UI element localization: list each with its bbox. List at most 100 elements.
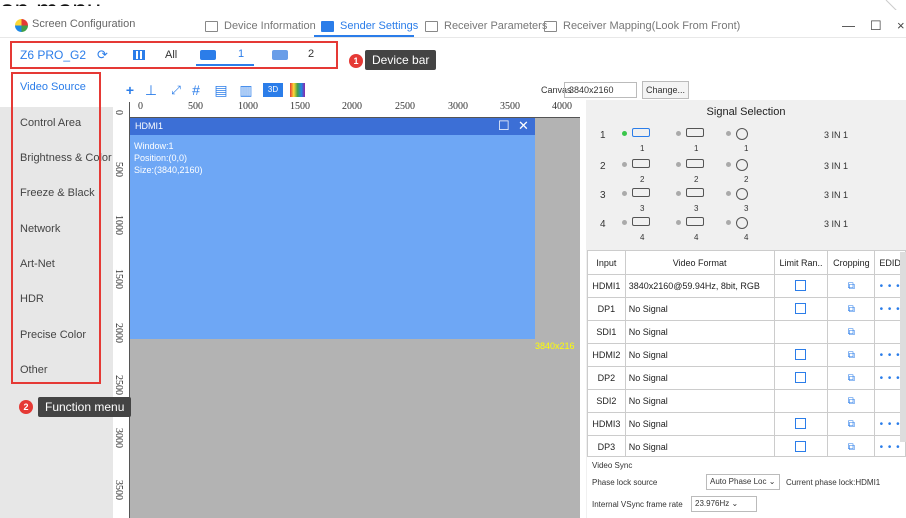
table-row[interactable]: SDI1 No Signal ⧉: [587, 320, 906, 344]
annotation-badge-1: 1: [349, 54, 363, 68]
function-menu-callout: Function menu: [38, 397, 132, 417]
crop-icon[interactable]: ⧉: [848, 442, 855, 453]
function-menu-highlight: [11, 72, 101, 384]
crop-icon[interactable]: ⧉: [848, 419, 855, 430]
signal-row[interactable]: 2 2 2 2 3 IN 1: [586, 155, 906, 184]
table-row[interactable]: HDMI2 No Signal ⧉ • • •: [587, 343, 906, 367]
video-format: 3840x2160@59.94Hz, 8bit, RGB: [624, 274, 775, 298]
insert-icon[interactable]: ⊥: [144, 83, 158, 97]
minimize-icon[interactable]: —: [842, 18, 855, 33]
input-name: HDMI1: [587, 274, 626, 298]
ruler-tick: 2000: [113, 323, 124, 343]
close-icon[interactable]: ×: [897, 18, 905, 33]
sdi-port-icon[interactable]: 3: [726, 188, 774, 213]
hdmi-port-icon[interactable]: 4: [622, 217, 670, 242]
color-bars-icon[interactable]: [290, 83, 305, 97]
tab-receiver-mapping[interactable]: Receiver Mapping(Look From Front): [544, 16, 740, 36]
canvas-size-field[interactable]: 3840x2160: [564, 82, 637, 98]
maximize-icon[interactable]: ☐: [870, 18, 882, 34]
window-close-icon[interactable]: ✕: [518, 118, 529, 134]
table-scrollbar[interactable]: [900, 252, 906, 442]
hdmi-port-icon[interactable]: 1: [622, 128, 670, 153]
grid-icon[interactable]: #: [189, 83, 203, 97]
video-format: No Signal: [624, 366, 775, 390]
tab-receiver-parameters[interactable]: Receiver Parameters: [425, 16, 547, 36]
input-name: DP1: [587, 297, 626, 321]
phase-lock-label: Phase lock source: [592, 478, 658, 487]
fullscreen-icon[interactable]: ⤢: [169, 83, 183, 97]
video-format: No Signal: [624, 389, 775, 413]
phase-lock-select[interactable]: Auto Phase Loc ⌄: [706, 474, 780, 490]
crop-icon[interactable]: ⧉: [848, 373, 855, 384]
window-maximize-icon[interactable]: ☐: [498, 118, 510, 134]
vsync-rate-select[interactable]: 23.976Hz ⌄: [691, 496, 757, 512]
hdmi-port-icon[interactable]: 3: [622, 188, 670, 213]
limit-range-checkbox[interactable]: [795, 279, 807, 291]
vertical-ruler: 0 500 1000 1500 2000 2500 3000 3500: [113, 102, 130, 518]
canvas-size-label: 3840x216: [535, 341, 575, 351]
layout-right-icon[interactable]: ▥: [239, 83, 253, 97]
sdi-port-icon[interactable]: 2: [726, 159, 774, 184]
edid-more-icon[interactable]: • • •: [880, 304, 901, 315]
ruler-tick: 0: [138, 102, 143, 112]
sdi-port-icon[interactable]: 1: [726, 128, 774, 153]
ruler-tick: 2000: [342, 102, 362, 112]
ruler-tick: 2500: [113, 375, 124, 395]
3d-button[interactable]: 3D: [263, 83, 283, 97]
table-row[interactable]: HDMI1 3840x2160@59.94Hz, 8bit, RGB ⧉ • • •: [587, 274, 906, 298]
table-row[interactable]: DP1 No Signal ⧉ • • •: [587, 297, 906, 321]
input-table-body: HDMI1 3840x2160@59.94Hz, 8bit, RGB ⧉ • • • D…: [587, 274, 906, 459]
limit-range-checkbox[interactable]: [795, 371, 807, 383]
dp-port-icon[interactable]: 2: [676, 159, 724, 184]
change-canvas-button[interactable]: Change...: [642, 81, 689, 99]
sdi-port-icon[interactable]: 4: [726, 217, 774, 242]
input-name: HDMI2: [587, 343, 626, 367]
signal-row[interactable]: 3 3 3 3 3 IN 1: [586, 184, 906, 213]
hdmi-port-icon[interactable]: 2: [622, 159, 670, 184]
window-position: Position:(0,0): [134, 153, 188, 163]
canvas-toolbar: + ⊥ ⤢ # ▤ ▥ 3D Canvas 3840x2160 Change..…: [113, 80, 689, 102]
crop-icon[interactable]: ⧉: [848, 281, 855, 292]
crop-icon[interactable]: ⧉: [848, 327, 855, 338]
crop-icon[interactable]: ⧉: [848, 396, 855, 407]
limit-range-checkbox[interactable]: [795, 417, 807, 429]
video-sync-title: Video Sync: [592, 461, 633, 470]
ruler-tick: 0: [113, 110, 124, 115]
edid-more-icon[interactable]: • • •: [880, 373, 901, 384]
limit-range-checkbox[interactable]: [795, 440, 807, 452]
truncated-heading: on menu.: [0, 0, 906, 6]
signal-mode: 3 IN 1: [824, 190, 849, 200]
ruler-tick: 1500: [113, 269, 124, 289]
edid-more-icon[interactable]: • • •: [880, 442, 901, 453]
tab-device-information[interactable]: Device Information: [205, 16, 316, 36]
limit-range-checkbox[interactable]: [795, 302, 807, 314]
limit-range-checkbox[interactable]: [795, 348, 807, 360]
layout-left-icon[interactable]: ▤: [214, 83, 228, 97]
edid-more-icon[interactable]: • • •: [880, 419, 901, 430]
signal-row[interactable]: 1 1 1 1 3 IN 1: [586, 124, 906, 153]
table-header-row: Input Video Format Limit Ran.. Cropping …: [587, 250, 906, 275]
ruler-tick: 500: [188, 102, 203, 112]
column-header: Input: [587, 250, 626, 275]
video-format: No Signal: [624, 343, 775, 367]
edid-more-icon[interactable]: • • •: [880, 350, 901, 361]
table-row[interactable]: DP2 No Signal ⧉ • • •: [587, 366, 906, 390]
dp-port-icon[interactable]: 1: [676, 128, 724, 153]
window-number: Window:1: [134, 141, 174, 151]
dp-port-icon[interactable]: 3: [676, 188, 724, 213]
add-icon[interactable]: +: [123, 83, 137, 97]
current-phase-lock: Current phase lock:HDMI1: [786, 478, 881, 487]
dp-port-icon[interactable]: 4: [676, 217, 724, 242]
crop-icon[interactable]: ⧉: [848, 350, 855, 361]
info-icon: [205, 20, 218, 32]
hdmi-window-title: HDMI1: [130, 118, 535, 135]
ruler-tick: 3000: [113, 428, 124, 448]
hdmi-window[interactable]: HDMI1 ☐ ✕ Window:1 Position:(0,0) Size:(…: [130, 118, 535, 339]
edid-more-icon[interactable]: • • •: [880, 281, 901, 292]
tab-sender-settings[interactable]: Sender Settings: [321, 16, 418, 36]
table-row[interactable]: SDI2 No Signal ⧉: [587, 389, 906, 413]
crop-icon[interactable]: ⧉: [848, 304, 855, 315]
ruler-tick: 3000: [448, 102, 468, 112]
signal-row[interactable]: 4 4 4 4 3 IN 1: [586, 213, 906, 242]
table-row[interactable]: HDMI3 No Signal ⧉ • • •: [587, 412, 906, 436]
